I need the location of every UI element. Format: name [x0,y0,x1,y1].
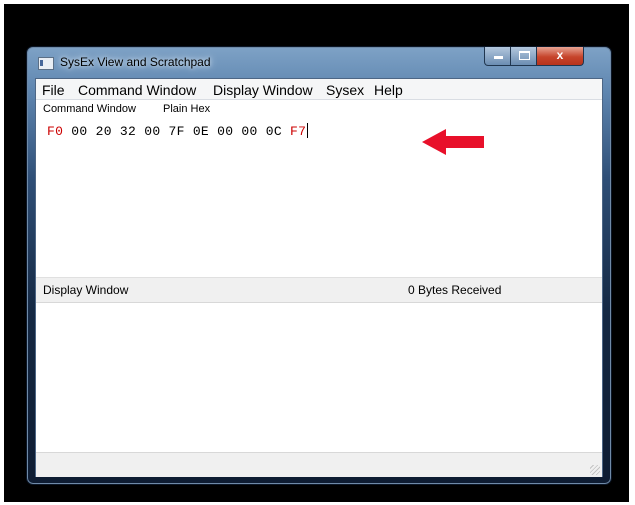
maximize-button[interactable] [510,47,538,66]
command-tabs: Command Window Plain Hex [36,100,602,118]
maximize-icon [518,51,530,60]
sysex-window: SysEx View and Scratchpad x File Command… [26,46,612,485]
menu-display-window[interactable]: Display Window [213,82,313,98]
close-icon: x [556,48,564,62]
bytes-received-counter: 0 Bytes Received [408,283,502,297]
sysex-end-byte: F7 [290,124,307,139]
window-title: SysEx View and Scratchpad [60,55,211,69]
minimize-icon [493,56,503,59]
display-window-header: Display Window 0 Bytes Received [36,277,602,303]
menu-sysex[interactable]: Sysex [326,82,364,98]
client-area: File Command Window Display Window Sysex… [35,78,603,477]
sysex-hex-line[interactable]: F0 00 20 32 00 7F 0E 00 00 0C F7 [47,123,309,139]
arrow-shape [422,129,484,155]
sysex-data-bytes: 00 20 32 00 7F 0E 00 00 0C [63,124,291,139]
resize-grip[interactable] [590,465,600,475]
tab-command-window[interactable]: Command Window [43,103,136,115]
command-editor[interactable]: F0 00 20 32 00 7F 0E 00 00 0C F7 [36,119,602,276]
tab-plain-hex[interactable]: Plain Hex [163,103,210,115]
title-bar[interactable]: SysEx View and Scratchpad x [27,47,611,77]
sysex-start-byte: F0 [47,124,64,139]
menu-command-window[interactable]: Command Window [78,82,196,98]
app-icon[interactable] [38,57,54,70]
display-output[interactable] [36,303,602,451]
menu-help[interactable]: Help [374,82,403,98]
close-button[interactable]: x [536,47,584,66]
text-caret [307,123,309,138]
red-arrow-icon [422,129,484,155]
status-bar [36,452,602,477]
menu-file[interactable]: File [42,82,65,98]
menu-bar: File Command Window Display Window Sysex… [36,79,602,100]
display-window-label: Display Window [43,283,129,297]
minimize-button[interactable] [484,47,512,66]
